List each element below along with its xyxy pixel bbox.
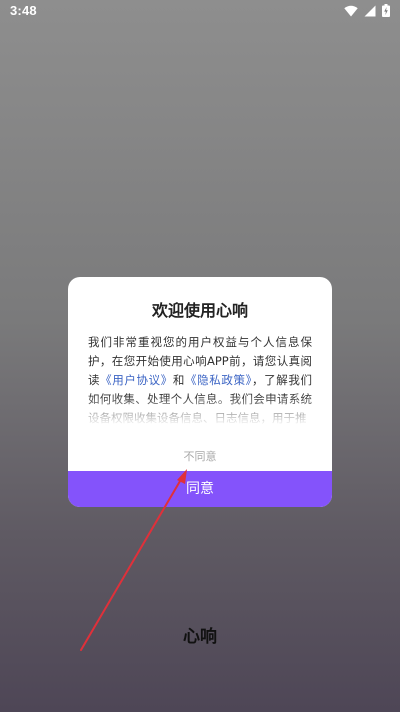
status-bar: 3:48 — [0, 0, 400, 24]
battery-charging-icon — [382, 4, 390, 17]
body-fade-overlay — [68, 395, 332, 441]
agree-button[interactable]: 同意 — [68, 471, 332, 507]
privacy-dialog: 欢迎使用心响 我们非常重视您的用户权益与个人信息保护，在您开始使用心响APP前，… — [68, 277, 332, 507]
disagree-button[interactable]: 不同意 — [68, 443, 332, 471]
wifi-icon — [344, 5, 358, 17]
dialog-title: 欢迎使用心响 — [151, 301, 248, 320]
signal-icon — [364, 5, 376, 17]
app-name: 心响 — [183, 627, 217, 647]
status-time: 3:48 — [10, 3, 37, 18]
status-icons — [344, 4, 390, 17]
privacy-policy-link[interactable]: 《隐私政策》 — [185, 373, 252, 387]
body-text-and: 和 — [172, 373, 185, 387]
user-agreement-link[interactable]: 《用户协议》 — [100, 373, 173, 387]
